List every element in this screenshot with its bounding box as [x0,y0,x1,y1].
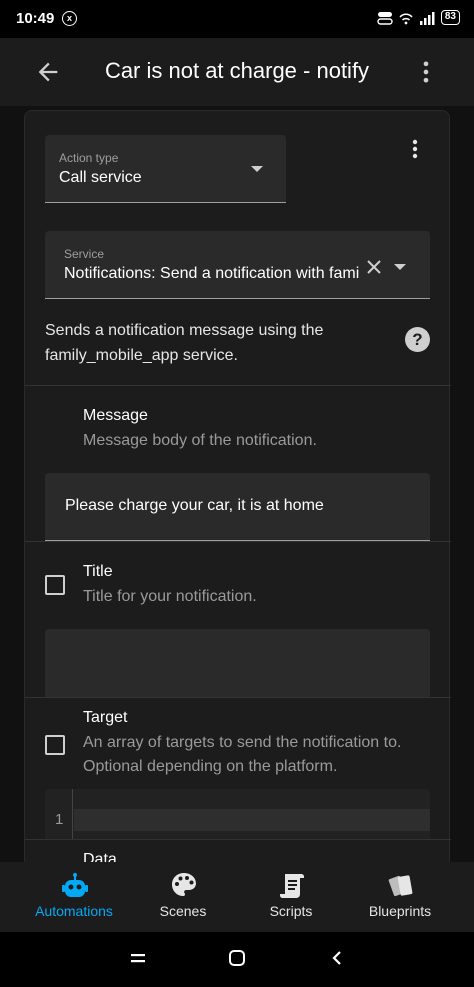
message-input[interactable]: Please charge your car, it is at home [45,473,430,541]
clear-icon[interactable] [364,257,384,277]
page-title: Car is not at charge - notify [104,58,370,83]
nav-automations[interactable]: Automations [15,862,133,932]
card-menu-icon[interactable] [403,137,427,161]
action-type-select[interactable]: Action type Call service [45,135,286,203]
status-icons: 83 [377,10,460,25]
status-time: 10:49 [16,10,55,27]
dropdown-arrow-icon [251,166,263,172]
home-icon[interactable] [228,949,246,967]
nav-label: Scenes [159,903,207,919]
nav-label: Automations [35,903,113,919]
divider [25,541,451,542]
sim-toggle-icon [377,11,393,25]
back-icon[interactable] [330,950,344,966]
status-bar: 10:49 x 83 [0,0,474,38]
line-number: 1 [55,811,64,828]
divider [25,697,451,698]
target-checkbox[interactable] [45,735,65,755]
active-line [74,809,430,831]
title-checkbox[interactable] [45,575,65,595]
title-input[interactable] [45,629,430,697]
palette-icon [172,873,196,896]
target-code-editor[interactable]: 1 [45,789,430,839]
help-icon[interactable]: ? [405,327,430,352]
service-description: Sends a notification message using the f… [45,322,324,364]
app-bar: Car is not at charge - notify [0,38,474,106]
bottom-navigation: Automations Scenes Scripts Blueprints [0,862,474,932]
message-description: Message body of the notification. [83,432,317,449]
battery-indicator: 83 [440,10,460,25]
action-type-value: Call service [59,169,142,186]
nav-label: Scripts [269,903,313,919]
blueprint-icon [388,875,413,897]
nav-scripts[interactable]: Scripts [232,862,350,932]
service-select[interactable]: Service Notifications: Send a notificati… [45,231,430,299]
divider [25,839,451,840]
data-title: Data [83,851,117,862]
title-param-title: Title [83,563,113,580]
recents-menu-icon[interactable] [130,951,146,965]
notification-x-icon: x [62,11,77,26]
wifi-icon [399,13,413,24]
message-value: Please charge your car, it is at home [65,497,324,514]
divider [25,385,451,386]
nav-blueprints[interactable]: Blueprints [341,862,459,932]
robot-icon [62,873,88,897]
script-icon [280,874,304,898]
system-navigation-bar [0,932,474,987]
title-param-description: Title for your notification. [83,588,257,605]
nav-label: Blueprints [368,903,432,919]
main-content[interactable]: Action type Call service Service Notific… [0,106,474,862]
action-type-label: Action type [59,151,119,165]
target-title: Target [83,709,128,726]
dropdown-arrow-icon [394,264,406,270]
overflow-menu-icon[interactable] [412,58,440,86]
signal-icon [419,11,435,25]
action-card: Action type Call service Service Notific… [24,110,451,862]
service-value: Notifications: Send a notification with … [64,265,360,282]
nav-scenes[interactable]: Scenes [124,862,242,932]
service-label: Service [64,247,105,261]
target-description: An array of targets to send the notifica… [83,734,402,775]
message-title: Message [83,407,148,424]
